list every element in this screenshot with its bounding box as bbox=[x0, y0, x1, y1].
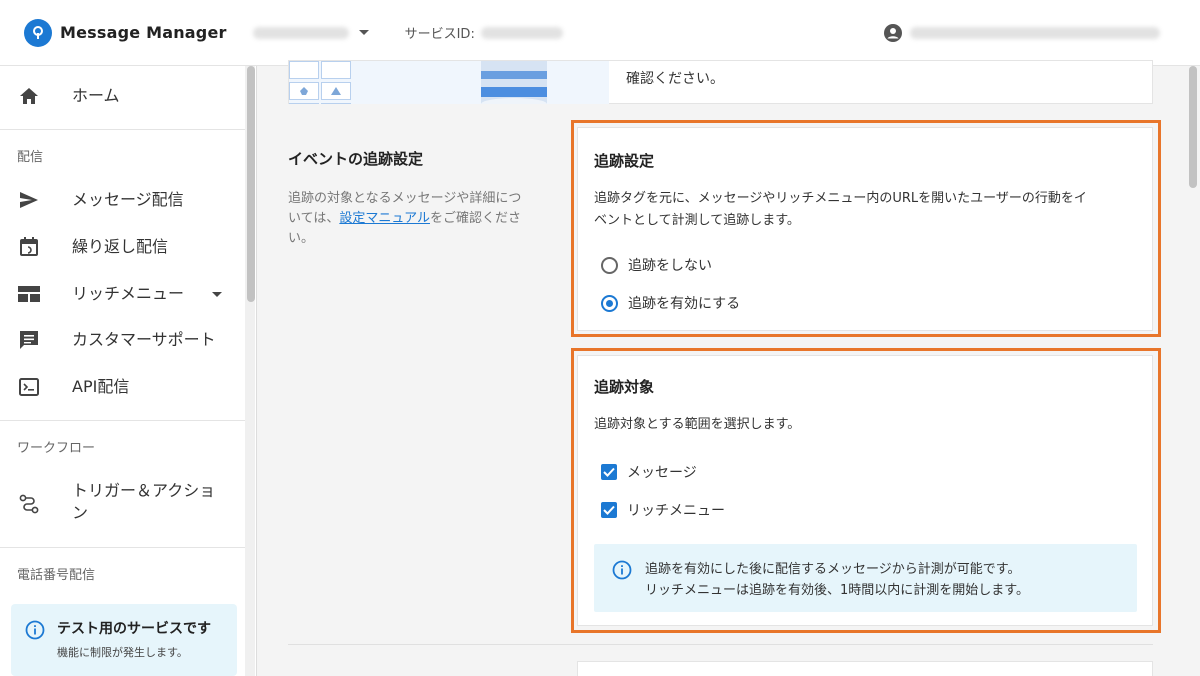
database-illustration-icon bbox=[481, 61, 547, 104]
sidebar-item-label: API配信 bbox=[72, 377, 130, 396]
divider bbox=[0, 420, 245, 421]
sidebar: ホーム 配信 メッセージ配信 繰り返し配信 リッチメニュー カスタマーサポート … bbox=[0, 66, 257, 676]
checkbox-label: リッチメニュー bbox=[627, 503, 725, 519]
test-notice-title: テスト用のサービスです bbox=[57, 621, 211, 637]
sidebar-item-api-delivery[interactable]: API配信 bbox=[0, 365, 245, 409]
info-icon bbox=[25, 620, 45, 644]
trigger-action-line2: ン bbox=[72, 503, 89, 522]
sidebar-item-message-delivery[interactable]: メッセージ配信 bbox=[0, 178, 245, 222]
checkbox-message[interactable]: メッセージ bbox=[601, 462, 697, 482]
sidebar-item-customer-support[interactable]: カスタマーサポート bbox=[0, 318, 245, 362]
checkbox-rich-menu[interactable]: リッチメニュー bbox=[601, 500, 725, 520]
account-select[interactable] bbox=[252, 26, 369, 39]
tracking-desc-line1: 追跡タグを元に、メッセージやリッチメニュー内のURLを開いたユーザーの行動をイ bbox=[594, 191, 1087, 206]
top-header: Message Manager サービスID: bbox=[0, 0, 1200, 66]
user-email-redacted bbox=[910, 27, 1160, 39]
test-service-notice: テスト用のサービスです 機能に制限が発生します。 bbox=[11, 604, 237, 676]
settings-manual-link[interactable]: 設定マニュアル bbox=[339, 211, 430, 226]
section-workflow: ワークフロー bbox=[17, 441, 96, 456]
checkbox-checked-icon[interactable] bbox=[601, 502, 617, 518]
top-info-card: 確認ください。 bbox=[288, 60, 1153, 104]
service-id-label: サービスID: bbox=[404, 27, 475, 42]
top-card-text: 確認ください。 bbox=[626, 71, 724, 87]
radio-tracking-on[interactable]: 追跡を有効にする bbox=[601, 293, 740, 313]
section-title: イベントの追跡設定 bbox=[288, 150, 424, 168]
account-name-redacted bbox=[252, 26, 349, 39]
divider bbox=[0, 547, 245, 548]
radio-tracking-off[interactable]: 追跡をしない bbox=[601, 255, 712, 275]
tracking-info-notice: 追跡を有効にした後に配信するメッセージから計測が可能です。 リッチメニューは追跡… bbox=[594, 544, 1137, 612]
next-card bbox=[577, 661, 1153, 676]
section-desc-line2-post: をご確認くださ bbox=[429, 211, 521, 226]
radio-unchecked-icon[interactable] bbox=[601, 256, 618, 274]
calendar-repeat-icon bbox=[18, 236, 40, 258]
illustration-cell bbox=[321, 61, 351, 79]
divider bbox=[0, 129, 245, 130]
app-name: Message Manager bbox=[60, 23, 227, 42]
chevron-down-icon bbox=[358, 30, 369, 35]
sidebar-scrollbar-thumb[interactable] bbox=[247, 66, 255, 302]
illustration-cell bbox=[289, 103, 319, 104]
chat-icon bbox=[18, 329, 40, 351]
tracking-target-card: 追跡対象 追跡対象とする範囲を選択します。 メッセージ リッチメニュー 追跡を有… bbox=[577, 355, 1153, 626]
trigger-action-line1: トリガー＆アクショ bbox=[72, 481, 216, 500]
app-logo[interactable]: Message Manager bbox=[24, 18, 227, 47]
service-id: サービスID: bbox=[405, 23, 563, 42]
sidebar-item-label: メッセージ配信 bbox=[72, 190, 184, 209]
section-desc-line2-pre: いては、 bbox=[288, 211, 340, 226]
illustration-cell bbox=[321, 82, 351, 100]
service-id-redacted bbox=[480, 26, 563, 39]
illustration-cell bbox=[289, 82, 319, 100]
sidebar-scrollbar[interactable] bbox=[245, 66, 255, 676]
illustration-cell bbox=[321, 103, 351, 104]
section-desc-line3: い。 bbox=[288, 231, 315, 246]
user-menu[interactable] bbox=[884, 24, 1160, 42]
tracking-target-desc: 追跡対象とする範囲を選択します。 bbox=[594, 417, 801, 432]
divider bbox=[288, 644, 1153, 645]
home-icon bbox=[18, 85, 40, 107]
radio-checked-icon[interactable] bbox=[601, 294, 618, 312]
info-line1: 追跡を有効にした後に配信するメッセージから計測が可能です。 bbox=[645, 562, 1021, 577]
sidebar-item-label: カスタマーサポート bbox=[72, 330, 216, 349]
terminal-icon bbox=[18, 376, 40, 398]
info-line2: リッチメニューは追跡を有効後、1時間以内に計測を開始します。 bbox=[645, 583, 1029, 598]
info-icon bbox=[612, 560, 632, 584]
section-desc-line1: 追跡の対象となるメッセージや詳細につ bbox=[288, 191, 522, 206]
section-phone: 電話番号配信 bbox=[17, 568, 96, 583]
checkbox-label: メッセージ bbox=[627, 465, 697, 481]
tracking-settings-desc: 追跡タグを元に、メッセージやリッチメニュー内のURLを開いたユーザーの行動をイ … bbox=[594, 188, 1087, 232]
send-icon bbox=[18, 189, 40, 211]
illustration bbox=[289, 61, 609, 104]
sidebar-item-label: ホーム bbox=[72, 86, 120, 105]
sidebar-item-label: 繰り返し配信 bbox=[72, 237, 169, 256]
tracking-settings-title: 追跡設定 bbox=[594, 152, 655, 170]
sidebar-item-rich-menu[interactable]: リッチメニュー bbox=[0, 272, 245, 316]
route-icon bbox=[18, 493, 40, 515]
sidebar-item-label: リッチメニュー bbox=[72, 284, 185, 303]
section-delivery: 配信 bbox=[17, 150, 44, 165]
tracking-desc-line2: ベントとして計測して追跡します。 bbox=[594, 213, 800, 228]
main-scrollbar-thumb[interactable] bbox=[1189, 66, 1197, 188]
test-notice-sub: 機能に制限が発生します。 bbox=[57, 646, 188, 659]
chevron-down-icon bbox=[212, 292, 222, 297]
sidebar-item-label: トリガー＆アクショ ン bbox=[72, 480, 215, 524]
illustration-cell bbox=[289, 61, 319, 79]
account-circle-icon bbox=[884, 24, 902, 42]
sidebar-item-trigger-action[interactable]: トリガー＆アクショ ン bbox=[0, 476, 245, 532]
tracking-settings-card: 追跡設定 追跡タグを元に、メッセージやリッチメニュー内のURLを開いたユーザーの… bbox=[577, 127, 1153, 331]
sidebar-item-home[interactable]: ホーム bbox=[0, 74, 245, 118]
sidebar-item-repeat-delivery[interactable]: 繰り返し配信 bbox=[0, 225, 245, 269]
section-description: 追跡の対象となるメッセージや詳細につ いては、設定マニュアルをご確認くださ い。 bbox=[288, 189, 550, 249]
radio-label: 追跡を有効にする bbox=[628, 296, 741, 312]
rich-menu-icon bbox=[18, 283, 40, 305]
main-scrollbar[interactable] bbox=[1186, 66, 1200, 676]
lock-logo-icon bbox=[24, 18, 52, 47]
checkbox-checked-icon[interactable] bbox=[601, 464, 617, 480]
radio-label: 追跡をしない bbox=[628, 258, 712, 274]
tracking-target-title: 追跡対象 bbox=[594, 378, 655, 396]
